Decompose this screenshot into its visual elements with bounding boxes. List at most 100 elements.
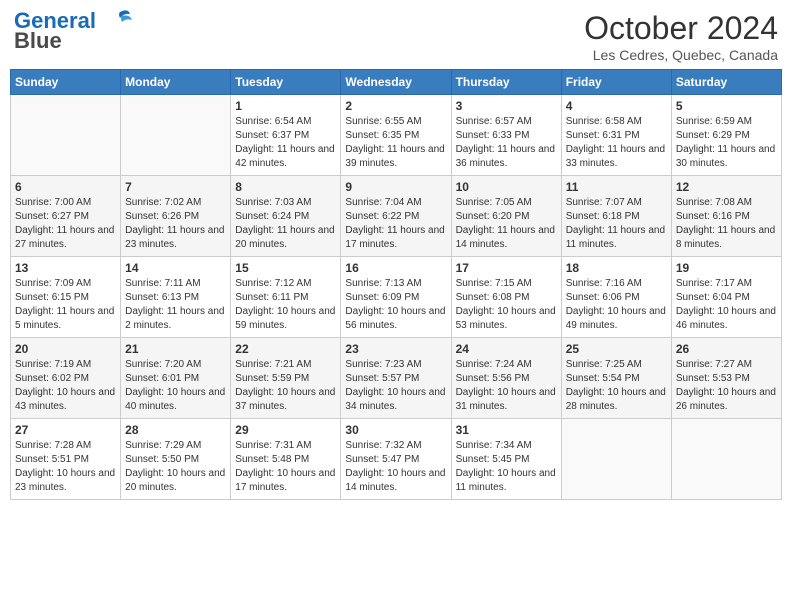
calendar-day: 20 Sunrise: 7:19 AM Sunset: 6:02 PM Dayli… — [11, 338, 121, 419]
calendar-day: 1Sunrise: 6:54 AM Sunset: 6:37 PM Daylig… — [231, 95, 341, 176]
day-number: 28 — [125, 423, 226, 437]
day-info: Sunrise: 7:08 AM Sunset: 6:16 PM Dayligh… — [676, 196, 777, 252]
day-info: Sunrise: 7:02 AM Sunset: 6:26 PM Dayligh… — [125, 196, 226, 252]
calendar-day — [561, 419, 671, 500]
day-number: 3 — [456, 99, 557, 113]
day-number: 25 — [566, 342, 667, 356]
day-info: Sunrise: 7:20 AM Sunset: 6:01 PM Dayligh… — [125, 358, 226, 414]
calendar-day: 6 Sunrise: 7:00 AM Sunset: 6:27 PM Daylig… — [11, 176, 121, 257]
day-number: 10 — [456, 180, 557, 194]
calendar-day: 16Sunrise: 7:13 AM Sunset: 6:09 PM Dayli… — [341, 257, 451, 338]
calendar-day: 8 Sunrise: 7:03 AM Sunset: 6:24 PM Daylig… — [231, 176, 341, 257]
day-info: Sunrise: 7:19 AM Sunset: 6:02 PM Dayligh… — [15, 358, 116, 414]
day-number: 26 — [676, 342, 777, 356]
day-info: Sunrise: 7:28 AM Sunset: 5:51 PM Dayligh… — [15, 439, 116, 495]
calendar-header: SundayMondayTuesdayWednesdayThursdayFrid… — [11, 70, 782, 95]
day-info: Sunrise: 7:03 AM Sunset: 6:24 PM Dayligh… — [235, 196, 336, 252]
day-info: Sunrise: 7:09 AM Sunset: 6:15 PM Dayligh… — [15, 277, 116, 333]
day-number: 27 — [15, 423, 116, 437]
calendar-day: 9Sunrise: 7:04 AM Sunset: 6:22 PM Daylig… — [341, 176, 451, 257]
header-day: Sunday — [11, 70, 121, 95]
day-number: 2 — [345, 99, 446, 113]
calendar-day: 21 Sunrise: 7:20 AM Sunset: 6:01 PM Dayli… — [121, 338, 231, 419]
day-number: 24 — [456, 342, 557, 356]
calendar-day: 15 Sunrise: 7:12 AM Sunset: 6:11 PM Dayli… — [231, 257, 341, 338]
calendar-week: 20 Sunrise: 7:19 AM Sunset: 6:02 PM Dayli… — [11, 338, 782, 419]
day-number: 12 — [676, 180, 777, 194]
calendar-day: 27 Sunrise: 7:28 AM Sunset: 5:51 PM Dayli… — [11, 419, 121, 500]
day-info: Sunrise: 6:55 AM Sunset: 6:35 PM Dayligh… — [345, 115, 446, 171]
calendar-day: 10 Sunrise: 7:05 AM Sunset: 6:20 PM Dayli… — [451, 176, 561, 257]
day-info: Sunrise: 7:16 AM Sunset: 6:06 PM Dayligh… — [566, 277, 667, 333]
day-info: Sunrise: 7:23 AM Sunset: 5:57 PM Dayligh… — [345, 358, 446, 414]
day-info: Sunrise: 7:34 AM Sunset: 5:45 PM Dayligh… — [456, 439, 557, 495]
calendar-day: 22 Sunrise: 7:21 AM Sunset: 5:59 PM Dayli… — [231, 338, 341, 419]
day-number: 11 — [566, 180, 667, 194]
month-title: October 2024 — [584, 10, 778, 47]
day-info: Sunrise: 7:21 AM Sunset: 5:59 PM Dayligh… — [235, 358, 336, 414]
day-info: Sunrise: 7:15 AM Sunset: 6:08 PM Dayligh… — [456, 277, 557, 333]
day-info: Sunrise: 7:32 AM Sunset: 5:47 PM Dayligh… — [345, 439, 446, 495]
day-number: 14 — [125, 261, 226, 275]
calendar-day: 11 Sunrise: 7:07 AM Sunset: 6:18 PM Dayli… — [561, 176, 671, 257]
calendar-week: 6 Sunrise: 7:00 AM Sunset: 6:27 PM Daylig… — [11, 176, 782, 257]
header-day: Tuesday — [231, 70, 341, 95]
logo-subtext: Blue — [14, 28, 62, 54]
calendar-day: 2 Sunrise: 6:55 AM Sunset: 6:35 PM Daylig… — [341, 95, 451, 176]
day-number: 5 — [676, 99, 777, 113]
calendar-day: 17 Sunrise: 7:15 AM Sunset: 6:08 PM Dayli… — [451, 257, 561, 338]
day-number: 8 — [235, 180, 336, 194]
logo: General Blue — [14, 10, 132, 54]
calendar-day: 7 Sunrise: 7:02 AM Sunset: 6:26 PM Daylig… — [121, 176, 231, 257]
day-info: Sunrise: 7:17 AM Sunset: 6:04 PM Dayligh… — [676, 277, 777, 333]
calendar-day: 14 Sunrise: 7:11 AM Sunset: 6:13 PM Dayli… — [121, 257, 231, 338]
day-number: 30 — [345, 423, 446, 437]
calendar-day — [671, 419, 781, 500]
day-info: Sunrise: 7:07 AM Sunset: 6:18 PM Dayligh… — [566, 196, 667, 252]
day-number: 21 — [125, 342, 226, 356]
location-subtitle: Les Cedres, Quebec, Canada — [584, 47, 778, 63]
day-number: 22 — [235, 342, 336, 356]
day-info: Sunrise: 7:00 AM Sunset: 6:27 PM Dayligh… — [15, 196, 116, 252]
header-day: Thursday — [451, 70, 561, 95]
day-number: 15 — [235, 261, 336, 275]
calendar-day: 12 Sunrise: 7:08 AM Sunset: 6:16 PM Dayli… — [671, 176, 781, 257]
day-number: 13 — [15, 261, 116, 275]
calendar-week: 1Sunrise: 6:54 AM Sunset: 6:37 PM Daylig… — [11, 95, 782, 176]
day-number: 18 — [566, 261, 667, 275]
calendar-day: 30 Sunrise: 7:32 AM Sunset: 5:47 PM Dayli… — [341, 419, 451, 500]
calendar-table: SundayMondayTuesdayWednesdayThursdayFrid… — [10, 69, 782, 500]
day-number: 7 — [125, 180, 226, 194]
calendar-day — [121, 95, 231, 176]
day-number: 4 — [566, 99, 667, 113]
calendar-day: 19 Sunrise: 7:17 AM Sunset: 6:04 PM Dayli… — [671, 257, 781, 338]
header-row: SundayMondayTuesdayWednesdayThursdayFrid… — [11, 70, 782, 95]
calendar-day: 5Sunrise: 6:59 AM Sunset: 6:29 PM Daylig… — [671, 95, 781, 176]
calendar-day: 29 Sunrise: 7:31 AM Sunset: 5:48 PM Dayli… — [231, 419, 341, 500]
day-info: Sunrise: 7:05 AM Sunset: 6:20 PM Dayligh… — [456, 196, 557, 252]
day-number: 20 — [15, 342, 116, 356]
calendar-day: 13 Sunrise: 7:09 AM Sunset: 6:15 PM Dayli… — [11, 257, 121, 338]
day-info: Sunrise: 7:29 AM Sunset: 5:50 PM Dayligh… — [125, 439, 226, 495]
day-info: Sunrise: 7:31 AM Sunset: 5:48 PM Dayligh… — [235, 439, 336, 495]
day-info: Sunrise: 7:27 AM Sunset: 5:53 PM Dayligh… — [676, 358, 777, 414]
day-number: 23 — [345, 342, 446, 356]
calendar-day: 24Sunrise: 7:24 AM Sunset: 5:56 PM Dayli… — [451, 338, 561, 419]
day-info: Sunrise: 7:12 AM Sunset: 6:11 PM Dayligh… — [235, 277, 336, 333]
calendar-day: 26 Sunrise: 7:27 AM Sunset: 5:53 PM Dayli… — [671, 338, 781, 419]
calendar-day — [11, 95, 121, 176]
calendar-day: 23 Sunrise: 7:23 AM Sunset: 5:57 PM Dayli… — [341, 338, 451, 419]
header-day: Monday — [121, 70, 231, 95]
day-number: 6 — [15, 180, 116, 194]
day-number: 29 — [235, 423, 336, 437]
day-info: Sunrise: 7:11 AM Sunset: 6:13 PM Dayligh… — [125, 277, 226, 333]
header-day: Saturday — [671, 70, 781, 95]
calendar-day: 31Sunrise: 7:34 AM Sunset: 5:45 PM Dayli… — [451, 419, 561, 500]
day-number: 17 — [456, 261, 557, 275]
day-number: 1 — [235, 99, 336, 113]
header-day: Wednesday — [341, 70, 451, 95]
day-number: 19 — [676, 261, 777, 275]
calendar-week: 13 Sunrise: 7:09 AM Sunset: 6:15 PM Dayli… — [11, 257, 782, 338]
day-number: 16 — [345, 261, 446, 275]
calendar-day: 28 Sunrise: 7:29 AM Sunset: 5:50 PM Dayli… — [121, 419, 231, 500]
